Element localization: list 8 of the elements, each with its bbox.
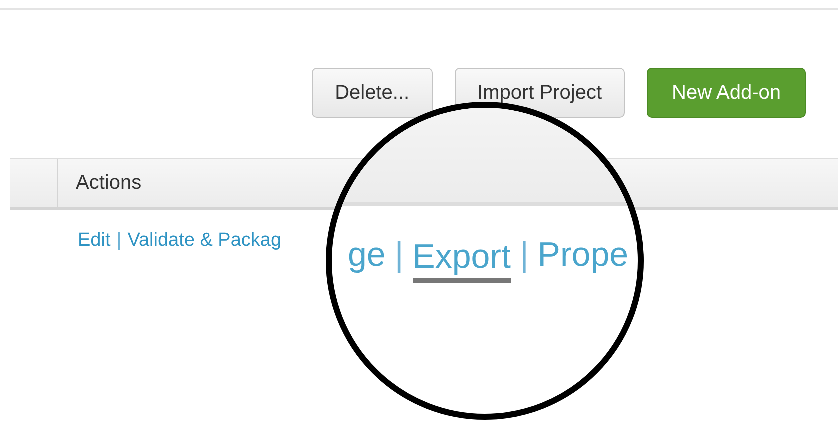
separator: | [116, 230, 123, 252]
column-header: Actions [75, 170, 143, 196]
separator: | [394, 236, 405, 276]
toolbar-button[interactable]: Delete... [312, 68, 433, 118]
action-link[interactable]: Validate & Packag [128, 230, 282, 252]
action-link[interactable]: Edit [78, 230, 111, 252]
separator: | [518, 236, 530, 276]
new-addon-button[interactable]: New Add-on [647, 68, 806, 118]
